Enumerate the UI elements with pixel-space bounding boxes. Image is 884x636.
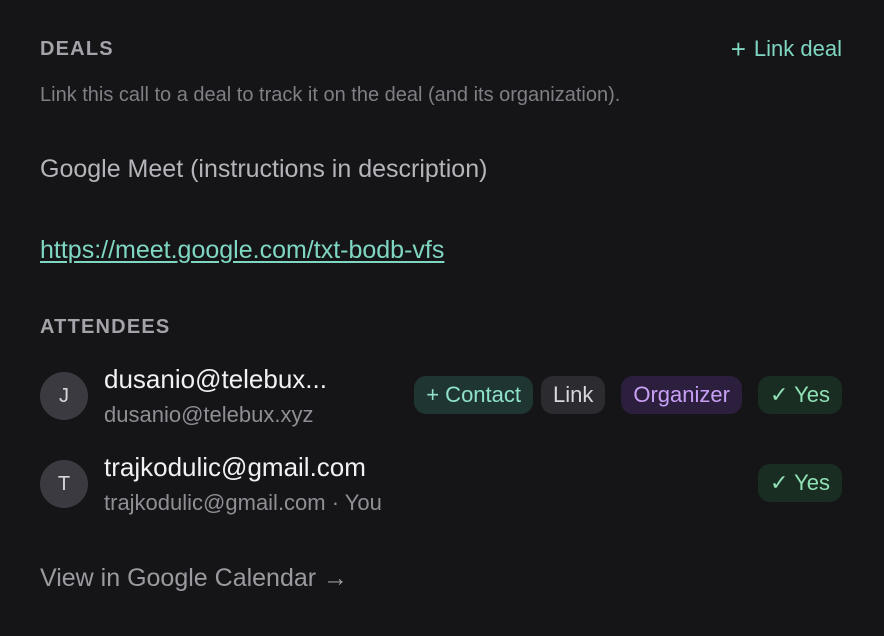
attendee-name: dusanio@telebux... bbox=[104, 364, 327, 394]
meeting-title: Google Meet (instructions in description… bbox=[40, 155, 488, 183]
deals-header: DEALS + Link deal bbox=[40, 36, 842, 62]
link-deal-label: Link deal bbox=[753, 36, 842, 61]
attendee-badges: + Contact Link Organizer ✓ Yes bbox=[414, 376, 842, 414]
deals-help-text: Link this call to a deal to track it on … bbox=[40, 84, 621, 106]
plus-icon: + bbox=[730, 34, 746, 64]
link-deal-button[interactable]: + Link deal bbox=[731, 36, 842, 62]
attendee-name: trajkodulic@gmail.com bbox=[104, 452, 366, 482]
meeting-url-link[interactable]: https://meet.google.com/txt-bodb-vfs bbox=[40, 236, 444, 265]
avatar: T bbox=[40, 460, 88, 508]
response-yes-badge: ✓ Yes bbox=[757, 464, 842, 502]
avatar: J bbox=[40, 372, 88, 420]
link-contact-button[interactable]: Link bbox=[541, 376, 606, 414]
add-contact-button[interactable]: + Contact bbox=[414, 376, 533, 414]
deals-title: DEALS bbox=[40, 37, 114, 60]
attendees-title: ATTENDEES bbox=[40, 316, 171, 338]
attendee-badges: ✓ Yes bbox=[750, 464, 842, 502]
response-yes-badge: ✓ Yes bbox=[757, 376, 842, 414]
attendee-row: J dusanio@telebux... dusanio@telebux.xyz… bbox=[40, 360, 842, 430]
view-calendar-link[interactable]: View in Google Calendar → bbox=[40, 564, 348, 593]
attendee-row: T trajkodulic@gmail.com trajkodulic@gmai… bbox=[40, 448, 842, 518]
attendee-email: trajkodulic@gmail.com · You bbox=[104, 490, 382, 515]
attendee-email: dusanio@telebux.xyz bbox=[104, 402, 314, 427]
organizer-badge: Organizer bbox=[621, 376, 742, 414]
